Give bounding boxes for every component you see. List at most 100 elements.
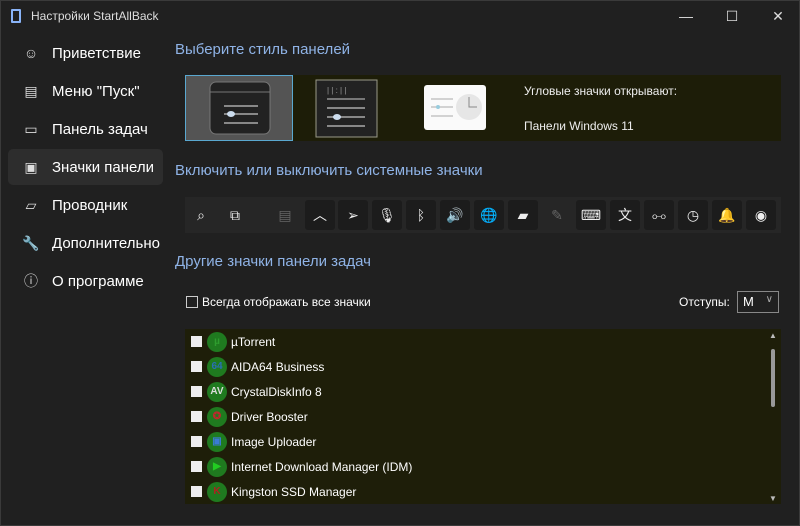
app-icon: 64 [207,356,227,377]
sidebar-item-4[interactable]: ▱ Проводник [8,187,163,223]
checkbox[interactable] [191,361,202,372]
list-item[interactable]: µ µTorrent [191,329,275,354]
app-glyph: K [213,486,221,497]
task-view-icon[interactable]: ⧉ [220,200,250,230]
app-name: µTorrent [231,334,276,349]
sidebar-item-1[interactable]: ▤ Меню "Пуск" [8,73,163,109]
sidebar-item-label: Значки панели [52,158,155,176]
app-name: Kingston SSD Manager [231,484,357,499]
scroll-down-arrow[interactable]: ▼ [769,494,777,503]
always-show-label: Всегда отображать все значки [202,295,371,309]
eye-icon[interactable]: ◉ [746,200,776,230]
keyboard-icon[interactable]: ⌨ [576,200,606,230]
app-glyph: ▣ [212,436,222,447]
close-button[interactable]: ✕ [755,1,800,31]
clock-icon[interactable]: ◷ [678,200,708,230]
app-glyph: ▶ [213,461,221,472]
app-name: CrystalDiskInfo 8 [231,384,322,399]
always-show-checkbox[interactable]: Всегда отображать все значки [186,295,371,309]
checkbox[interactable] [191,411,202,422]
list-item[interactable]: K Kingston SSD Manager [191,479,356,504]
sidebar-item-label: Приветствие [52,44,141,62]
padding-select[interactable]: M ∨ [737,291,779,313]
smiley-icon: ☺ [23,45,39,61]
other-icons-heading: Другие значки панели задач [175,253,371,270]
folder-icon: ▱ [25,196,37,213]
info-icon: ⓘ [24,273,38,289]
app-icon: AV [207,381,227,402]
start-menu-icon: ▤ [24,82,38,99]
language-icon[interactable]: 文 [610,200,640,230]
checkbox[interactable] [186,296,198,308]
checkbox[interactable] [191,461,202,472]
microphone-icon[interactable]: 🎙 [372,200,402,230]
list-item[interactable]: ▣ Image Uploader [191,429,316,454]
list-item[interactable]: AV CrystalDiskInfo 8 [191,379,322,404]
system-icons-heading: Включить или выключить системные значки [175,162,483,179]
panel-style-picker: | | : | | Угловые значки открывают: Пане… [185,75,781,141]
list-item[interactable]: 64 AIDA64 Business [191,354,324,379]
sidebar-item-5[interactable]: 🔧 Дополнительно [8,225,163,261]
app-glyph: 64 [211,361,223,372]
app-icon: ▶ [207,456,227,477]
volume-icon[interactable]: 🔊 [440,200,470,230]
sidebar-item-label: Проводник [52,196,128,214]
scroll-up-arrow[interactable]: ▲ [769,331,777,340]
app-name: Image Uploader [231,434,317,449]
tray-icons-icon: ▣ [24,158,38,175]
checkbox[interactable] [191,486,202,497]
app-icon: ▣ [207,431,227,452]
chevron-up-icon[interactable]: ︿ [305,200,335,230]
app-name: AIDA64 Business [231,359,325,374]
bell-icon[interactable]: 🔔 [712,200,742,230]
style-option-windows11[interactable] [185,75,293,141]
network-icon[interactable]: 🌐 [474,200,504,230]
checkbox[interactable] [191,386,202,397]
svg-text:| | : | |: | | : | | [327,86,346,95]
corner-icons-value[interactable]: Панели Windows 11 [524,119,634,133]
app-name: Internet Download Manager (IDM) [231,459,413,474]
minimize-button[interactable]: — [663,1,709,31]
scrollbar-thumb[interactable] [771,349,775,407]
system-icons-bar: ⌕ ⧉ ▤ ︿ ➢ 🎙 ᛒ 🔊 🌐 ▰ ✎ ⌨ 文 ⧟ ◷ 🔔 ◉ [185,197,781,233]
corner-icons-label: Угловые значки открывают: [524,84,678,98]
sidebar-item-0[interactable]: ☺ Приветствие [8,35,163,71]
app-icon [11,9,21,23]
chevron-down-icon: ∨ [765,294,773,305]
sidebar-item-label: Панель задач [52,120,148,138]
app-glyph: ✪ [212,411,222,422]
widgets-icon[interactable]: ▤ [270,200,300,230]
bluetooth-icon[interactable]: ᛒ [406,200,436,230]
list-item[interactable]: ✪ Driver Booster [191,404,308,429]
window-title: Настройки StartAllBack [31,9,159,23]
list-item[interactable]: ▶ Internet Download Manager (IDM) [191,454,412,479]
style-option-windows10[interactable]: | | : | | [315,75,379,141]
app-icon: ✪ [207,406,227,427]
search-icon[interactable]: ⌕ [186,200,216,230]
wrench-icon: 🔧 [22,234,40,251]
location-icon[interactable]: ➢ [338,200,368,230]
style-option-windows7[interactable] [423,75,487,141]
app-name: Driver Booster [231,409,308,424]
sidebar-item-2[interactable]: ▭ Панель задач [8,111,163,147]
checkbox[interactable] [191,336,202,347]
app-icon: µ [207,331,227,352]
app-icon: K [207,481,227,502]
maximize-button[interactable]: ☐ [709,1,755,31]
pen-icon[interactable]: ✎ [542,200,572,230]
sidebar-item-label: Меню "Пуск" [52,82,140,100]
title-bar: Настройки StartAllBack — ☐ ✕ [1,1,800,31]
padding-label: Отступы: [679,295,730,309]
app-icons-list: ▲ ▼ µ µTorrent 64 AIDA64 Business AV CrystalD… [185,329,781,504]
mixer-icon[interactable]: ⧟ [644,200,674,230]
padding-value: M [743,294,754,309]
sidebar-item-label: Дополнительно [52,234,160,252]
scrollbar[interactable]: ▲ ▼ [769,331,777,503]
panel-style-heading: Выберите стиль панелей [175,41,351,58]
battery-icon[interactable]: ▰ [508,200,538,230]
sidebar-item-label: О программе [52,272,144,290]
sidebar-item-6[interactable]: ⓘ О программе [8,263,163,299]
sidebar-item-3[interactable]: ▣ Значки панели [8,149,163,185]
checkbox[interactable] [191,436,202,447]
app-glyph: AV [210,386,224,397]
